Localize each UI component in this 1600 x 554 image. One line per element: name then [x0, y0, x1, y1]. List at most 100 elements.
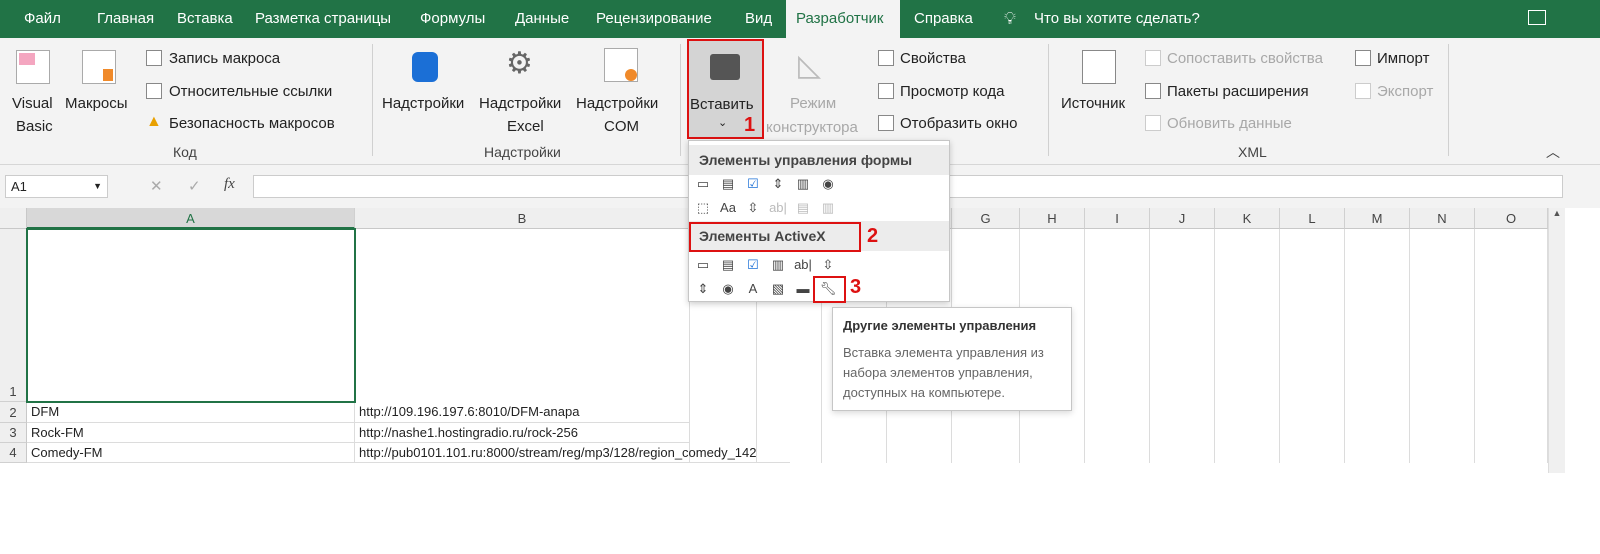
insert-function-icon[interactable]: fx — [224, 176, 235, 193]
grid-column — [1345, 229, 1410, 463]
com-addins-label-2: COM — [604, 118, 639, 135]
group-box-icon[interactable]: ⬚ — [693, 198, 713, 218]
activex-toggle-button-icon[interactable]: ▬ — [793, 279, 813, 299]
tab-review[interactable]: Рецензирование — [586, 0, 722, 38]
selected-cell-a1[interactable] — [26, 228, 356, 403]
select-all-button[interactable] — [0, 208, 27, 229]
design-mode-button[interactable]: Режим — [790, 95, 836, 112]
callout-number-2: 2 — [867, 225, 879, 247]
relative-references-button[interactable]: Относительные ссылки — [169, 83, 332, 100]
option-button-icon[interactable]: ◉ — [818, 174, 838, 194]
column-header-b[interactable]: B — [355, 208, 690, 229]
activex-list-box-icon[interactable]: ▥ — [768, 255, 788, 275]
checkbox-icon[interactable]: ☑ — [743, 174, 763, 194]
scroll-bar-icon[interactable]: ⇳ — [743, 198, 763, 218]
column-header-m[interactable]: M — [1345, 208, 1410, 229]
activex-scroll-bar-icon[interactable]: ⇳ — [818, 255, 838, 275]
row-header[interactable]: 1 — [0, 229, 27, 402]
activex-label-icon[interactable]: A — [743, 279, 763, 299]
export-icon — [1355, 83, 1371, 99]
enter-icon[interactable]: ✓ — [188, 177, 201, 195]
tab-file[interactable]: Файл — [14, 0, 71, 38]
cell-b3[interactable]: http://nashe1.hostingradio.ru/rock-256 — [355, 423, 690, 443]
comments-icon[interactable] — [1528, 10, 1546, 25]
xml-source-icon — [1082, 50, 1116, 84]
cell-a4[interactable]: Comedy-FM — [27, 443, 355, 463]
tab-formulas[interactable]: Формулы — [410, 0, 495, 38]
grid-column — [1150, 229, 1215, 463]
column-header-k[interactable]: K — [1215, 208, 1280, 229]
record-macro-icon — [146, 50, 162, 66]
tab-home[interactable]: Главная — [87, 0, 164, 38]
view-code-button[interactable]: Просмотр кода — [900, 83, 1005, 100]
row-header[interactable]: 2 — [0, 402, 27, 423]
chevron-down-icon[interactable]: ▼ — [93, 181, 102, 191]
excel-addins-gear-icon: ⚙ — [506, 47, 533, 80]
expansion-packs-icon — [1145, 83, 1161, 99]
column-header-o[interactable]: O — [1475, 208, 1548, 229]
activex-combo-box-icon[interactable]: ▤ — [718, 255, 738, 275]
tab-developer[interactable]: Разработчик — [786, 0, 900, 38]
form-controls-header: Элементы управления формы — [689, 145, 949, 175]
row-header[interactable]: 4 — [0, 443, 27, 463]
cell-a3[interactable]: Rock-FM — [27, 423, 355, 443]
cell-b4[interactable]: http://pub0101.101.ru:8000/stream/reg/mp… — [355, 443, 790, 463]
activex-text-box-icon[interactable]: ab| — [793, 255, 813, 275]
tab-view[interactable]: Вид — [735, 0, 782, 38]
activex-checkbox-icon[interactable]: ☑ — [743, 255, 763, 275]
column-header-l[interactable]: L — [1280, 208, 1345, 229]
activex-image-icon[interactable]: ▧ — [768, 279, 788, 299]
record-macro-button[interactable]: Запись макроса — [169, 50, 280, 67]
excel-addins-button[interactable]: Надстройки — [479, 95, 561, 112]
addins-button[interactable]: Надстройки — [382, 95, 464, 112]
vertical-scrollbar[interactable]: ▲ — [1548, 208, 1565, 473]
activex-option-button-icon[interactable]: ◉ — [718, 279, 738, 299]
grid-column — [1280, 229, 1345, 463]
highlight-box-3 — [813, 276, 846, 303]
import-button[interactable]: Импорт — [1377, 50, 1429, 67]
properties-button[interactable]: Свойства — [900, 50, 966, 67]
com-addins-button[interactable]: Надстройки — [576, 95, 658, 112]
combo-dropdown-edit-icon[interactable]: ▥ — [818, 198, 838, 218]
show-window-button[interactable]: Отобразить окно — [900, 115, 1017, 132]
callout-number-1: 1 — [744, 114, 756, 136]
text-field-icon[interactable]: ab| — [768, 198, 788, 218]
column-header-i[interactable]: I — [1085, 208, 1150, 229]
column-header-a[interactable]: A — [27, 208, 355, 229]
refresh-data-button[interactable]: Обновить данные — [1167, 115, 1292, 132]
expansion-packs-button[interactable]: Пакеты расширения — [1167, 83, 1309, 100]
cancel-icon[interactable]: ✕ — [150, 177, 163, 195]
collapse-ribbon-icon[interactable]: ︿ — [1546, 142, 1560, 162]
column-header-j[interactable]: J — [1150, 208, 1215, 229]
column-header-g[interactable]: G — [952, 208, 1020, 229]
cell-a2[interactable]: DFM — [27, 402, 355, 423]
macros-button[interactable]: Макросы — [65, 95, 128, 112]
map-properties-button[interactable]: Сопоставить свойства — [1167, 50, 1323, 67]
xml-source-button[interactable]: Источник — [1061, 95, 1125, 112]
combo-box-icon[interactable]: ▤ — [718, 174, 738, 194]
export-button[interactable]: Экспорт — [1377, 83, 1433, 100]
button-control-icon[interactable]: ▭ — [693, 174, 713, 194]
macro-security-button[interactable]: Безопасность макросов — [169, 115, 335, 132]
tab-insert[interactable]: Вставка — [167, 0, 243, 38]
name-box[interactable]: A1 ▼ — [5, 175, 108, 198]
column-header-h[interactable]: H — [1020, 208, 1085, 229]
column-header-n[interactable]: N — [1410, 208, 1475, 229]
cell-b2[interactable]: http://109.196.197.6:8010/DFM-anapa — [355, 402, 690, 423]
visual-basic-button[interactable]: Visual — [12, 95, 53, 112]
row-header[interactable]: 3 — [0, 423, 27, 443]
activex-button-icon[interactable]: ▭ — [693, 255, 713, 275]
tab-help[interactable]: Справка — [904, 0, 983, 38]
map-properties-icon — [1145, 50, 1161, 66]
label-icon[interactable]: Aa — [718, 198, 738, 218]
activex-spin-button-icon[interactable]: ⇕ — [693, 279, 713, 299]
tab-data[interactable]: Данные — [505, 0, 579, 38]
tooltip: Другие элементы управления Вставка элеме… — [832, 307, 1072, 411]
group-label-code: Код — [173, 144, 197, 160]
tell-me-search[interactable]: Что вы хотите сделать? — [1024, 0, 1210, 38]
spin-button-icon[interactable]: ⇕ — [768, 174, 788, 194]
list-box-icon[interactable]: ▥ — [793, 174, 813, 194]
addins-icon — [412, 52, 438, 82]
tab-page-layout[interactable]: Разметка страницы — [245, 0, 401, 38]
combo-list-edit-icon[interactable]: ▤ — [793, 198, 813, 218]
